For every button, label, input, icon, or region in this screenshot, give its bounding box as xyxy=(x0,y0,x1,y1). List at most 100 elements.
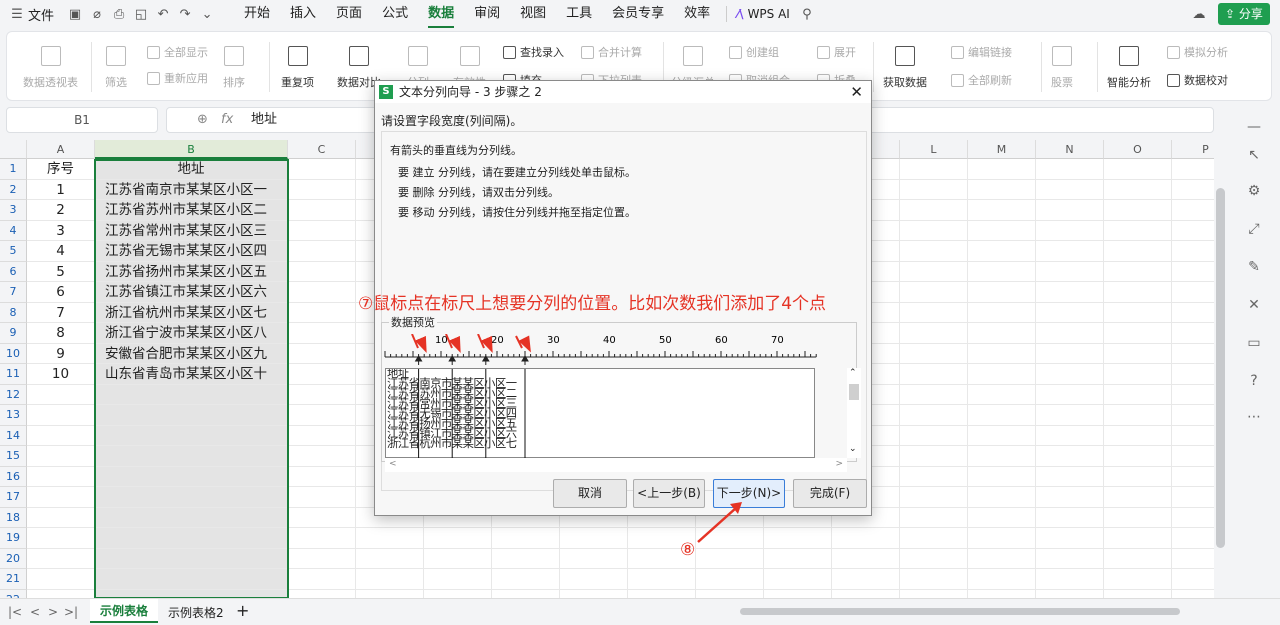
next-sheet-icon[interactable]: > xyxy=(48,605,58,619)
table-cell[interactable] xyxy=(27,425,95,446)
table-cell[interactable] xyxy=(968,548,1036,569)
table-cell[interactable] xyxy=(1104,569,1172,590)
table-cell[interactable] xyxy=(968,241,1036,262)
row-header-4[interactable]: 4 xyxy=(0,220,27,241)
table-cell[interactable] xyxy=(1172,241,1214,262)
finish-button[interactable]: 完成(F) xyxy=(793,479,867,508)
table-cell[interactable] xyxy=(288,241,356,262)
table-cell[interactable] xyxy=(900,589,968,598)
help-icon[interactable]: ? xyxy=(1244,373,1264,391)
table-cell[interactable] xyxy=(1104,528,1172,549)
table-cell[interactable] xyxy=(288,487,356,508)
preview-icon[interactable]: ◱ xyxy=(130,3,152,25)
row-header-2[interactable]: 2 xyxy=(0,179,27,200)
sheet-tab-2[interactable]: 示例表格2 xyxy=(168,604,224,621)
table-cell[interactable] xyxy=(1172,221,1214,241)
table-cell[interactable] xyxy=(1036,241,1104,262)
column-header-M[interactable]: M xyxy=(968,140,1036,159)
table-cell[interactable] xyxy=(1036,179,1104,200)
minus-icon[interactable]: — xyxy=(1244,119,1264,137)
column-header-B[interactable]: B xyxy=(95,140,288,159)
table-cell[interactable] xyxy=(95,569,288,590)
table-cell[interactable] xyxy=(95,466,288,487)
row-header-19[interactable]: 19 xyxy=(0,528,27,549)
column-header-O[interactable]: O xyxy=(1104,140,1172,159)
search-icon[interactable]: ⚲ xyxy=(796,3,818,25)
undo-icon[interactable]: ↶ xyxy=(152,3,174,25)
cursor-icon[interactable]: ↖ xyxy=(1244,147,1264,165)
table-cell[interactable] xyxy=(900,179,968,200)
table-cell[interactable] xyxy=(968,589,1036,598)
scroll-right-icon[interactable]: > xyxy=(835,459,843,469)
table-cell[interactable] xyxy=(1036,487,1104,508)
table-cell[interactable] xyxy=(1036,466,1104,487)
sheet-tab-1[interactable]: 示例表格 xyxy=(90,599,159,623)
table-cell[interactable] xyxy=(1036,282,1104,303)
table-cell[interactable] xyxy=(1036,261,1104,282)
add-sheet-icon[interactable]: + xyxy=(236,601,249,620)
settings-icon[interactable]: ⚙ xyxy=(1244,183,1264,201)
table-cell[interactable] xyxy=(288,384,356,405)
table-cell[interactable] xyxy=(968,425,1036,446)
table-cell[interactable] xyxy=(288,323,356,344)
table-cell[interactable]: 9 xyxy=(27,343,95,364)
table-cell[interactable] xyxy=(1104,302,1172,323)
menu-3[interactable]: 公式 xyxy=(372,0,418,28)
row-header-5[interactable]: 5 xyxy=(0,241,27,262)
table-cell[interactable] xyxy=(900,364,968,385)
table-cell[interactable] xyxy=(288,528,356,549)
table-cell[interactable] xyxy=(832,548,900,569)
table-cell[interactable] xyxy=(900,446,968,467)
table-cell[interactable] xyxy=(288,507,356,528)
table-cell[interactable] xyxy=(628,589,696,598)
row-header-6[interactable]: 6 xyxy=(0,261,27,282)
table-cell[interactable] xyxy=(288,282,356,303)
table-cell[interactable]: 10 xyxy=(27,364,95,385)
table-cell[interactable]: 江苏省常州市某某区小区三 xyxy=(95,220,288,241)
table-cell[interactable] xyxy=(1104,446,1172,467)
table-cell[interactable] xyxy=(288,425,356,446)
table-cell[interactable] xyxy=(1104,282,1172,303)
menu-4[interactable]: 数据 xyxy=(418,0,464,28)
table-cell[interactable] xyxy=(95,507,288,528)
scroll-down-icon[interactable]: ⌄ xyxy=(849,444,857,454)
table-cell[interactable] xyxy=(900,405,968,426)
table-cell[interactable] xyxy=(900,200,968,221)
table-cell[interactable] xyxy=(764,589,832,598)
scroll-left-icon[interactable]: < xyxy=(389,459,397,469)
table-cell[interactable] xyxy=(1172,200,1214,221)
table-cell[interactable] xyxy=(27,528,95,549)
table-cell[interactable] xyxy=(95,528,288,549)
table-cell[interactable] xyxy=(356,548,424,569)
table-cell[interactable] xyxy=(1104,323,1172,344)
table-cell[interactable] xyxy=(1036,425,1104,446)
table-cell[interactable] xyxy=(696,569,764,590)
table-cell[interactable] xyxy=(968,384,1036,405)
merge-calc-button[interactable]: 合并计算 xyxy=(581,44,642,60)
table-cell[interactable] xyxy=(424,548,492,569)
table-cell[interactable] xyxy=(968,487,1036,508)
more-icon[interactable]: ⋯ xyxy=(1244,409,1264,427)
table-cell[interactable] xyxy=(1172,508,1214,528)
table-cell[interactable]: 江苏省无锡市某某区小区四 xyxy=(95,241,288,262)
table-cell[interactable] xyxy=(288,548,356,569)
table-cell[interactable] xyxy=(492,569,560,590)
table-cell[interactable] xyxy=(288,159,356,180)
expand-icon[interactable]: ⤢ xyxy=(1244,221,1264,239)
table-cell[interactable] xyxy=(492,589,560,598)
prev-sheet-icon[interactable]: < xyxy=(30,605,40,619)
table-cell[interactable] xyxy=(27,446,95,467)
table-cell[interactable] xyxy=(1172,569,1214,590)
expand-button[interactable]: 展开 xyxy=(817,44,856,60)
refresh-all-button[interactable]: 全部刷新 xyxy=(951,72,1012,88)
table-cell[interactable] xyxy=(900,323,968,344)
table-cell[interactable]: 山东省青岛市某某区小区十 xyxy=(95,364,288,385)
menu-5[interactable]: 审阅 xyxy=(464,0,510,28)
table-cell[interactable] xyxy=(764,569,832,590)
table-cell[interactable] xyxy=(560,569,628,590)
table-cell[interactable]: 3 xyxy=(27,220,95,241)
table-cell[interactable]: 1 xyxy=(27,179,95,200)
table-cell[interactable] xyxy=(1172,549,1214,569)
table-cell[interactable] xyxy=(95,589,288,598)
table-cell[interactable] xyxy=(1172,303,1214,323)
